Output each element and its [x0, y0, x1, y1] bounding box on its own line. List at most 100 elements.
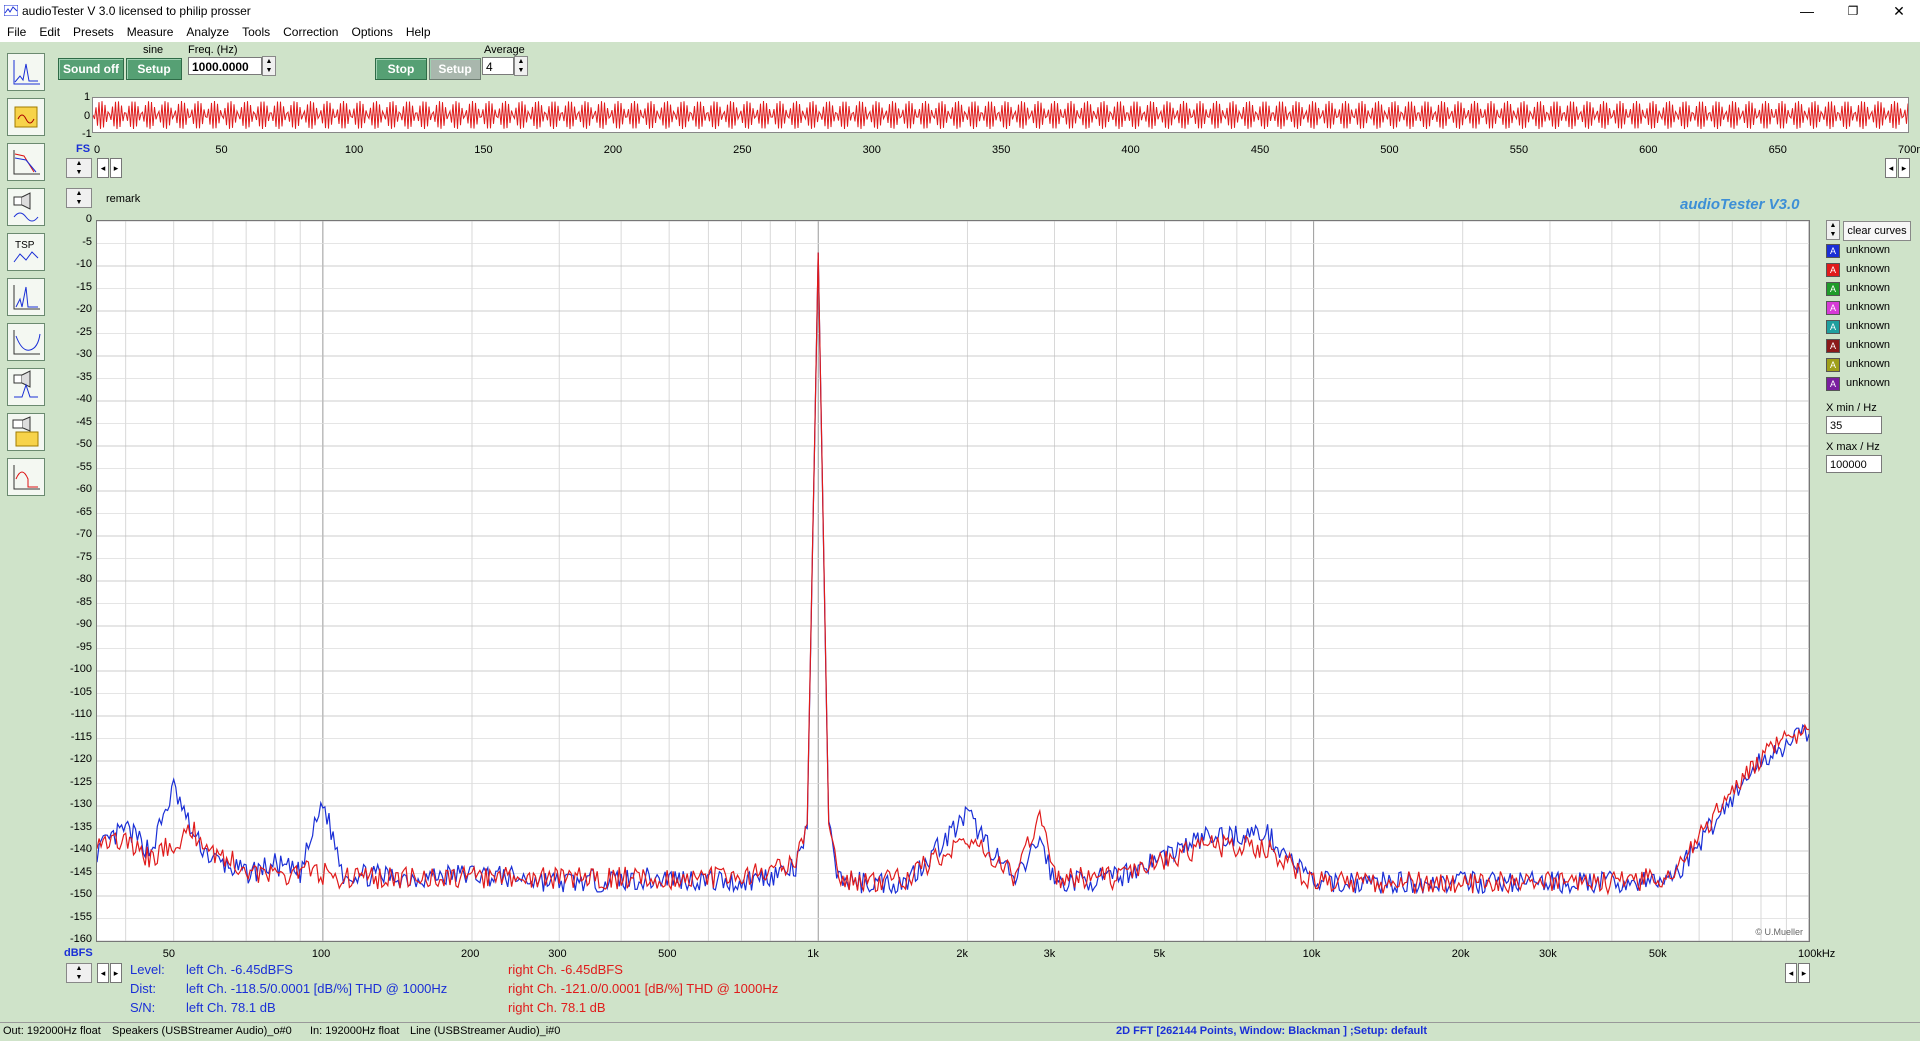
spectrum-view-icon[interactable]	[7, 53, 45, 91]
y-tick-label: -15	[76, 280, 92, 293]
menu-edit[interactable]: Edit	[32, 22, 66, 39]
y-tick-label: -35	[76, 370, 92, 383]
scope-zoom-spinner[interactable]: ▲ ▼	[66, 158, 92, 178]
close-button[interactable]: ✕	[1876, 0, 1920, 22]
tsp-icon[interactable]: TSP	[7, 233, 45, 271]
menu-measure[interactable]: Measure	[120, 22, 180, 39]
frequency-curve-icon[interactable]	[7, 323, 45, 361]
scope-scroll-right[interactable]: ▸	[110, 158, 122, 178]
menu-correction[interactable]: Correction	[276, 22, 344, 39]
curve-color-swatch[interactable]: A	[1826, 377, 1840, 391]
y-tick-label: -140	[69, 843, 92, 855]
average-spinner[interactable]: ▲ ▼	[514, 56, 528, 76]
y-tick-label: -60	[76, 483, 92, 495]
scope-x-tick: 450	[1250, 144, 1270, 156]
curve-color-swatch[interactable]: A	[1826, 282, 1840, 296]
results-spinner[interactable]: ▲ ▼	[66, 963, 92, 983]
menu-presets[interactable]: Presets	[66, 22, 120, 39]
curve-color-swatch[interactable]: A	[1826, 358, 1840, 372]
right-dist-value: right Ch. -121.0/0.0001 [dB/%] THD @ 100…	[508, 981, 779, 996]
scope-x-tick: 50	[215, 144, 228, 156]
stop-button[interactable]: Stop	[375, 58, 427, 80]
left-dist-value: left Ch. -118.5/0.0001 [dB/%] THD @ 1000…	[186, 981, 448, 996]
y-tick-label: -30	[76, 348, 92, 360]
spectrum-chart	[96, 220, 1810, 942]
x-scroll-left-end[interactable]: ◂	[1785, 963, 1797, 983]
status-mode: 2D FFT [262144 Points, Window: Blackman …	[1116, 1025, 1427, 1037]
x-scroll-right[interactable]: ▸	[110, 963, 122, 983]
menu-options[interactable]: Options	[344, 22, 398, 39]
menu-help[interactable]: Help	[399, 22, 437, 39]
fft-analyze-icon[interactable]	[7, 278, 45, 316]
curve-color-swatch[interactable]: A	[1826, 263, 1840, 277]
curve-color-swatch[interactable]: A	[1826, 339, 1840, 353]
toolbar: Sound off sine Setup Freq. (Hz) 1000.000…	[0, 42, 1920, 84]
x-tick-label: 20k	[1451, 948, 1470, 960]
xmax-input[interactable]: 100000	[1826, 455, 1882, 473]
y-tick-label: 0	[85, 213, 92, 225]
scope-scroll-left-end[interactable]: ◂	[1885, 158, 1897, 178]
curve-color-swatch[interactable]: A	[1826, 320, 1840, 334]
curve-color-swatch[interactable]: A	[1826, 244, 1840, 258]
xmin-input[interactable]: 35	[1826, 416, 1882, 434]
legend-item-label: unknown	[1846, 244, 1891, 256]
spectrum-zoom-spinner[interactable]: ▲ ▼	[66, 188, 92, 208]
impedance-icon[interactable]	[7, 368, 45, 406]
scope-y-tick: 0	[84, 110, 91, 122]
legend-item-label: unknown	[1846, 377, 1891, 389]
y-tick-label: -70	[76, 528, 92, 540]
x-scroll-left[interactable]: ◂	[97, 963, 109, 983]
legend-item-label: unknown	[1846, 301, 1891, 313]
step-response-icon[interactable]	[7, 458, 45, 496]
scope-x-tick: 0	[94, 144, 101, 156]
analyzer-setup-button[interactable]: Setup	[429, 58, 481, 80]
oscilloscope-waveform	[92, 100, 1909, 130]
scope-x-tick: 300	[862, 144, 881, 156]
minimize-button[interactable]: —	[1784, 0, 1830, 22]
curve-color-swatch[interactable]: A	[1826, 301, 1840, 315]
sound-off-button[interactable]: Sound off	[58, 58, 124, 80]
status-bar: Out: 192000Hz float Speakers (USBStreame…	[0, 1022, 1920, 1041]
y-tick-label: -25	[76, 325, 92, 338]
y-tick-label: -125	[69, 775, 92, 788]
speaker-generator-icon[interactable]	[7, 413, 45, 451]
wave-generator-icon[interactable]	[7, 98, 45, 136]
average-input[interactable]: 4	[482, 57, 514, 75]
x-tick-label: 100kHz	[1798, 948, 1836, 960]
y-tick-label: -120	[69, 753, 92, 765]
restore-button[interactable]: ❐	[1830, 0, 1876, 22]
y-tick-label: -80	[76, 573, 92, 585]
scope-y-tick: -1	[82, 128, 92, 140]
menu-tools[interactable]: Tools	[235, 22, 276, 39]
scope-x-tick: 700ms	[1898, 144, 1920, 156]
right-sn-value: right Ch. 78.1 dB	[508, 1000, 606, 1015]
menu-analyze[interactable]: Analyze	[179, 22, 235, 39]
brand-label: audioTester V3.0	[1680, 196, 1800, 213]
scope-x-tick: 150	[474, 144, 493, 156]
filter-response-icon[interactable]	[7, 143, 45, 181]
freq-spinner[interactable]: ▲ ▼	[262, 56, 276, 76]
left-sn-value: left Ch. 78.1 dB	[186, 1000, 276, 1015]
window-title: audioTester V 3.0 licensed to philip pro…	[22, 4, 251, 18]
legend-item-label: unknown	[1846, 339, 1891, 351]
left-level-value: left Ch. -6.45dBFS	[186, 962, 293, 977]
x-tick-label: 300	[548, 948, 567, 960]
legend-spinner[interactable]: ▲ ▼	[1826, 220, 1840, 240]
speaker-measure-icon[interactable]	[7, 188, 45, 226]
y-tick-label: -20	[76, 303, 92, 315]
x-tick-label: 10k	[1302, 948, 1321, 960]
scope-scroll-right-end[interactable]: ▸	[1898, 158, 1910, 178]
x-tick-label: 3k	[1043, 948, 1056, 960]
y-tick-label: -130	[69, 798, 92, 810]
y-tick-label: -160	[69, 933, 92, 945]
y-tick-label: -55	[76, 460, 92, 473]
signal-setup-button[interactable]: Setup	[126, 58, 182, 80]
freq-input[interactable]: 1000.0000	[188, 57, 262, 75]
clear-curves-button[interactable]: clear curves	[1843, 221, 1911, 241]
y-tick-label: -155	[69, 910, 92, 923]
status-in: In: 192000Hz float	[310, 1025, 400, 1037]
x-scroll-right-end[interactable]: ▸	[1798, 963, 1810, 983]
menu-file[interactable]: File	[0, 22, 32, 39]
scope-x-tick: 200	[603, 144, 623, 156]
scope-scroll-left[interactable]: ◂	[97, 158, 109, 178]
